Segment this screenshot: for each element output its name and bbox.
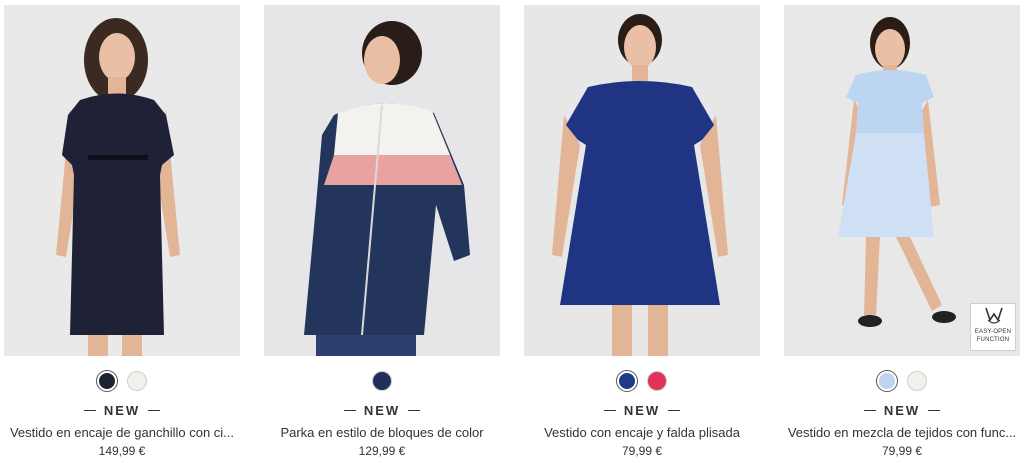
new-badge-label: NEW bbox=[363, 402, 401, 418]
easy-open-badge-line2: FUNCTION bbox=[976, 337, 1010, 343]
color-swatches bbox=[524, 371, 760, 393]
color-swatch-navy[interactable] bbox=[97, 371, 117, 391]
color-swatches bbox=[784, 371, 1020, 393]
product-card[interactable]: EASY-OPEN FUNCTION NEW Vestido en mezcla… bbox=[784, 0, 1020, 463]
new-badge-label: NEW bbox=[883, 402, 921, 418]
product-image[interactable] bbox=[264, 5, 500, 356]
new-badge: NEW bbox=[4, 402, 240, 418]
product-card[interactable]: NEW Vestido con encaje y falda plisada 7… bbox=[524, 0, 760, 463]
model-photo bbox=[4, 5, 240, 356]
product-price: 129,99 € bbox=[358, 444, 406, 458]
new-badge: NEW bbox=[264, 402, 500, 418]
new-badge-label: NEW bbox=[103, 402, 141, 418]
color-swatches bbox=[264, 371, 500, 393]
product-grid: NEW Vestido en encaje de ganchillo con c… bbox=[0, 0, 1024, 463]
product-price: 149,99 € bbox=[98, 444, 146, 458]
product-price: 79,99 € bbox=[621, 444, 663, 458]
product-price: 79,99 € bbox=[881, 444, 923, 458]
new-badge: NEW bbox=[524, 402, 760, 418]
color-swatch-light-blue[interactable] bbox=[877, 371, 897, 391]
color-swatch-pink[interactable] bbox=[647, 371, 667, 391]
product-name[interactable]: Vestido con encaje y falda plisada bbox=[524, 424, 760, 441]
product-name[interactable]: Parka en estilo de bloques de color bbox=[264, 424, 500, 441]
color-swatch-navy[interactable] bbox=[372, 371, 392, 391]
easy-open-badge: EASY-OPEN FUNCTION bbox=[970, 303, 1016, 351]
color-swatch-blue[interactable] bbox=[617, 371, 637, 391]
color-swatches bbox=[4, 371, 240, 393]
color-swatch-white[interactable] bbox=[127, 371, 147, 391]
nursing-icon bbox=[985, 307, 1003, 324]
color-swatch-white[interactable] bbox=[907, 371, 927, 391]
product-card[interactable]: NEW Parka en estilo de bloques de color … bbox=[264, 0, 500, 463]
new-badge: NEW bbox=[784, 402, 1020, 418]
easy-open-badge-line1: EASY-OPEN bbox=[974, 329, 1012, 335]
product-image[interactable] bbox=[524, 5, 760, 356]
new-badge-label: NEW bbox=[623, 402, 661, 418]
product-name[interactable]: Vestido en encaje de ganchillo con ci... bbox=[4, 424, 240, 441]
model-photo bbox=[264, 5, 500, 356]
product-name[interactable]: Vestido en mezcla de tejidos con func... bbox=[784, 424, 1020, 441]
model-photo bbox=[524, 5, 760, 356]
product-image[interactable] bbox=[4, 5, 240, 356]
product-image[interactable]: EASY-OPEN FUNCTION bbox=[784, 5, 1020, 356]
product-card[interactable]: NEW Vestido en encaje de ganchillo con c… bbox=[4, 0, 240, 463]
